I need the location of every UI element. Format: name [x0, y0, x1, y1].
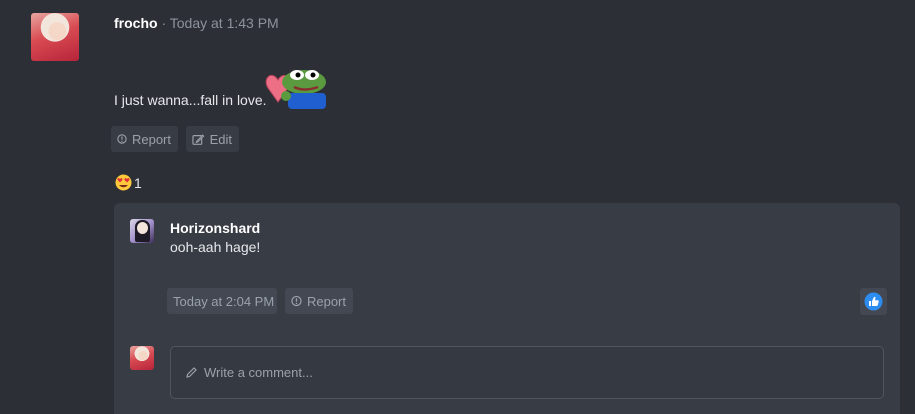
- post-timestamp[interactable]: Today at 1:43 PM: [170, 15, 279, 31]
- activity-post: frocho · Today at 1:43 PM I just wanna..…: [0, 0, 915, 414]
- edit-icon: [192, 133, 205, 145]
- thumbs-up-icon: [864, 292, 883, 311]
- reply-report-button[interactable]: Report: [285, 288, 353, 314]
- reaction-chip[interactable]: 1: [115, 174, 142, 191]
- report-icon: [291, 295, 302, 307]
- post-body-text: I just wanna...fall in love.: [114, 92, 267, 108]
- comment-field[interactable]: [170, 346, 884, 399]
- heart-eyes-emoji: [115, 174, 132, 191]
- current-user-avatar: [130, 346, 154, 370]
- edit-label: Edit: [209, 131, 232, 147]
- avatar-image: [31, 13, 79, 61]
- comments-panel: Horizonshard ooh-aah hage! Today at 2:04…: [114, 203, 900, 414]
- header-separator: ·: [161, 15, 167, 31]
- pepe-heart-emote: [265, 70, 326, 109]
- report-icon: [117, 134, 127, 144]
- edit-button[interactable]: Edit: [186, 126, 239, 152]
- pencil-icon: [186, 367, 197, 378]
- like-button[interactable]: [860, 288, 887, 315]
- avatar-image: [130, 346, 154, 370]
- report-button[interactable]: Report: [111, 126, 178, 152]
- reply-timestamp-label: Today at 2:04 PM: [173, 293, 275, 309]
- reply-report-label: Report: [306, 293, 346, 309]
- comment-input[interactable]: [202, 364, 866, 381]
- reply-text: ooh-aah hage!: [170, 239, 261, 255]
- reply-author-name[interactable]: Horizonshard: [170, 220, 260, 236]
- author-avatar[interactable]: [31, 13, 79, 61]
- post-header: frocho · Today at 1:43 PM: [114, 14, 279, 32]
- avatar-face: [137, 222, 148, 234]
- report-label: Report: [131, 131, 171, 147]
- reply-author-avatar[interactable]: [130, 219, 154, 243]
- reaction-count: 1: [134, 174, 142, 191]
- reply-timestamp[interactable]: Today at 2:04 PM: [167, 288, 277, 314]
- author-name[interactable]: frocho: [114, 15, 158, 31]
